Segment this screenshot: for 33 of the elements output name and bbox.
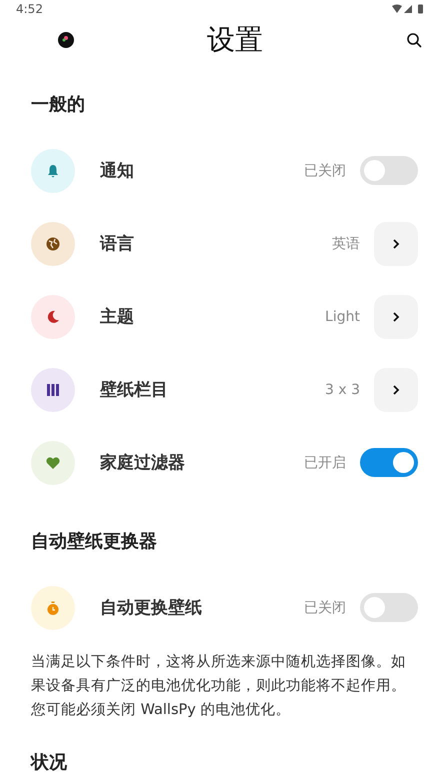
setting-label: 壁纸栏目 bbox=[100, 379, 169, 401]
setting-label: 主题 bbox=[100, 306, 135, 328]
setting-label: 语言 bbox=[100, 233, 135, 255]
setting-label: 自动更换壁纸 bbox=[100, 597, 203, 619]
setting-value: Light bbox=[325, 308, 360, 324]
app-logo-icon[interactable] bbox=[58, 32, 74, 48]
columns-icon bbox=[45, 382, 61, 398]
description-text: 当满足以下条件时，这将从所选来源中随机选择图像。如果设备具有广泛的电池优化功能，则此功能将不起作用。您可能必须关闭 WallsPy 的电池优化。 bbox=[31, 653, 407, 720]
setting-value: 已关闭 bbox=[304, 598, 346, 616]
status-icons bbox=[392, 4, 426, 14]
globe-icon bbox=[45, 236, 61, 252]
open-button[interactable] bbox=[374, 294, 418, 338]
section-heading: 自动壁纸更换器 bbox=[30, 530, 158, 554]
setting-label: 通知 bbox=[100, 160, 135, 182]
setting-value: 英语 bbox=[332, 234, 360, 252]
setting-value: 已开启 bbox=[304, 454, 346, 472]
stopwatch-icon bbox=[45, 600, 61, 616]
setting-value: 3 x 3 bbox=[325, 382, 360, 398]
status-time: 4:52 bbox=[16, 2, 43, 16]
setting-value: 已关闭 bbox=[304, 162, 346, 180]
toggle-switch[interactable] bbox=[360, 593, 418, 622]
page-title: 设置 bbox=[206, 22, 264, 58]
search-icon[interactable] bbox=[406, 32, 422, 48]
toggle-switch[interactable] bbox=[360, 448, 418, 477]
setting-label: 家庭过滤器 bbox=[100, 452, 186, 474]
section-heading: 状况 bbox=[29, 751, 68, 775]
moon-icon bbox=[45, 308, 61, 324]
toggle-switch[interactable] bbox=[360, 156, 418, 185]
bell-icon bbox=[45, 162, 61, 178]
open-button[interactable] bbox=[374, 222, 418, 266]
open-button[interactable] bbox=[374, 368, 418, 412]
section-heading: 一般的 bbox=[30, 93, 86, 117]
heart-icon bbox=[45, 454, 61, 470]
